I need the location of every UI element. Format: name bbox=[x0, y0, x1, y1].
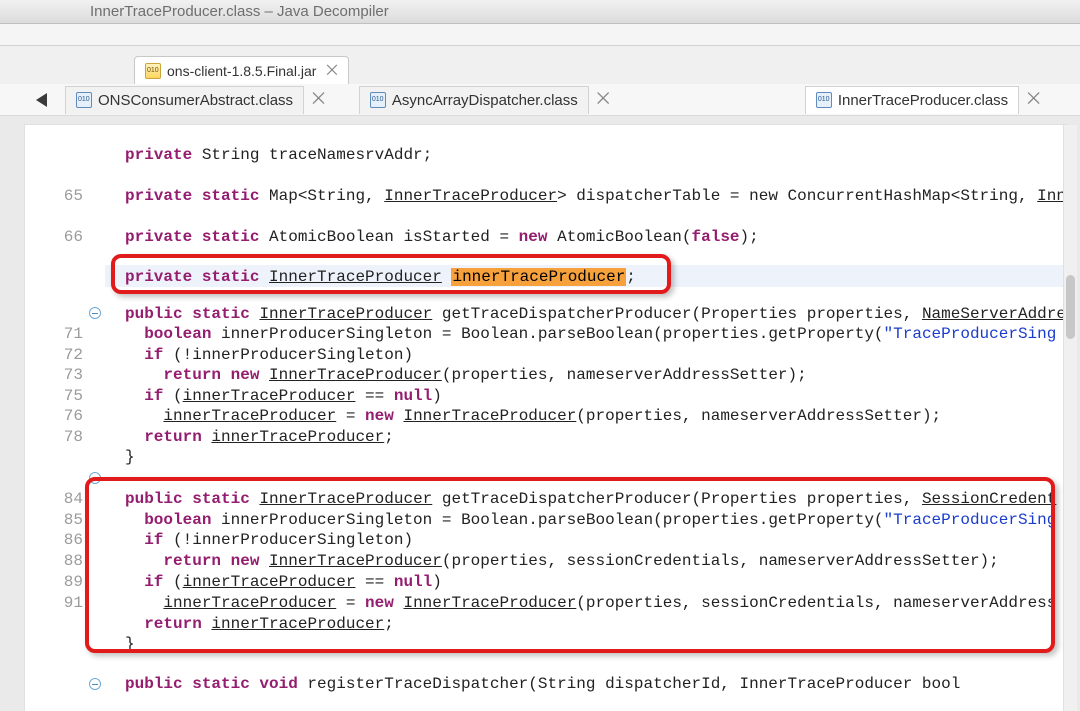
tab-onsconsumer[interactable]: ONSConsumerAbstract.class bbox=[65, 86, 304, 114]
line-number: 84 bbox=[55, 490, 83, 508]
class-icon bbox=[370, 92, 386, 108]
code-line: return innerTraceProducer; bbox=[125, 615, 1067, 633]
fold-icon[interactable] bbox=[89, 472, 101, 484]
code-line: public static InnerTraceProducer getTrac… bbox=[125, 305, 1067, 323]
line-number: 89 bbox=[55, 573, 83, 591]
close-icon[interactable]: ⨉ bbox=[1019, 91, 1048, 109]
close-icon[interactable]: ⨉ bbox=[589, 91, 618, 109]
code-line: if (innerTraceProducer == null) bbox=[125, 573, 1067, 591]
code-line: } bbox=[125, 635, 1067, 653]
code-line: if (!innerProducerSingleton) bbox=[125, 346, 1067, 364]
back-icon[interactable] bbox=[36, 93, 47, 107]
code-line: public static InnerTraceProducer getTrac… bbox=[125, 490, 1067, 508]
code-line: private String traceNamesrvAddr; bbox=[125, 146, 1067, 164]
code-view[interactable]: private String traceNamesrvAddr; private… bbox=[105, 125, 1067, 711]
line-number: 86 bbox=[55, 531, 83, 549]
tab-innertrace[interactable]: InnerTraceProducer.class bbox=[805, 86, 1019, 114]
line-number: 85 bbox=[55, 511, 83, 529]
window-titlebar: InnerTraceProducer.class – Java Decompil… bbox=[0, 0, 1080, 24]
code-line: return innerTraceProducer; bbox=[125, 428, 1067, 446]
line-number: 73 bbox=[55, 366, 83, 384]
code-line: if (!innerProducerSingleton) bbox=[125, 531, 1067, 549]
line-number: 88 bbox=[55, 552, 83, 570]
code-line: private static AtomicBoolean isStarted =… bbox=[125, 228, 1067, 246]
line-number: 66 bbox=[55, 228, 83, 246]
jar-tab-row: ons-client-1.8.5.Final.jar ⨉ bbox=[0, 46, 1080, 84]
close-icon[interactable]: ⨉ bbox=[326, 62, 337, 79]
code-line: return new InnerTraceProducer(properties… bbox=[125, 552, 1067, 570]
class-icon bbox=[816, 92, 832, 108]
editor-tabs: ONSConsumerAbstract.class ⨉ AsyncArrayDi… bbox=[0, 84, 1080, 116]
line-number: 78 bbox=[55, 428, 83, 446]
fold-icon[interactable] bbox=[89, 307, 101, 319]
window-title: InnerTraceProducer.class – Java Decompil… bbox=[90, 3, 389, 20]
jar-tab[interactable]: ons-client-1.8.5.Final.jar ⨉ bbox=[134, 56, 349, 84]
line-number: 65 bbox=[55, 187, 83, 205]
line-number: 75 bbox=[55, 387, 83, 405]
code-line: innerTraceProducer = new InnerTraceProdu… bbox=[125, 594, 1067, 612]
tab-label: AsyncArrayDispatcher.class bbox=[392, 92, 578, 109]
jar-icon bbox=[145, 63, 161, 79]
gutter: 65 66 71 72 73 75 76 78 84 85 86 88 89 91 bbox=[25, 125, 105, 711]
code-line: } bbox=[125, 448, 1067, 466]
line-number: 91 bbox=[55, 594, 83, 612]
jar-tab-label: ons-client-1.8.5.Final.jar bbox=[167, 63, 316, 79]
code-line: innerTraceProducer = new InnerTraceProdu… bbox=[125, 407, 1067, 425]
code-line: return new InnerTraceProducer(properties… bbox=[125, 366, 1067, 384]
code-line: boolean innerProducerSingleton = Boolean… bbox=[125, 325, 1067, 343]
fold-icon[interactable] bbox=[89, 678, 101, 690]
editor: 65 66 71 72 73 75 76 78 84 85 86 88 89 91 private Str… bbox=[24, 124, 1068, 711]
vertical-scrollbar[interactable] bbox=[1063, 125, 1077, 711]
line-number: 71 bbox=[55, 325, 83, 343]
code-line: private static Map<String, InnerTracePro… bbox=[125, 187, 1067, 205]
tab-label: InnerTraceProducer.class bbox=[838, 92, 1008, 109]
code-line: private static InnerTraceProducer innerT… bbox=[125, 268, 1067, 286]
code-line: public static void registerTraceDispatch… bbox=[125, 675, 1067, 693]
code-line: boolean innerProducerSingleton = Boolean… bbox=[125, 511, 1067, 529]
line-number: 72 bbox=[55, 346, 83, 364]
close-icon[interactable]: ⨉ bbox=[304, 91, 333, 109]
tab-label: ONSConsumerAbstract.class bbox=[98, 92, 293, 109]
toolbar bbox=[0, 24, 1080, 46]
code-line: if (innerTraceProducer == null) bbox=[125, 387, 1067, 405]
tab-asyncarray[interactable]: AsyncArrayDispatcher.class bbox=[359, 86, 589, 114]
class-icon bbox=[76, 92, 92, 108]
line-number: 76 bbox=[55, 407, 83, 425]
scrollbar-thumb[interactable] bbox=[1066, 275, 1075, 339]
